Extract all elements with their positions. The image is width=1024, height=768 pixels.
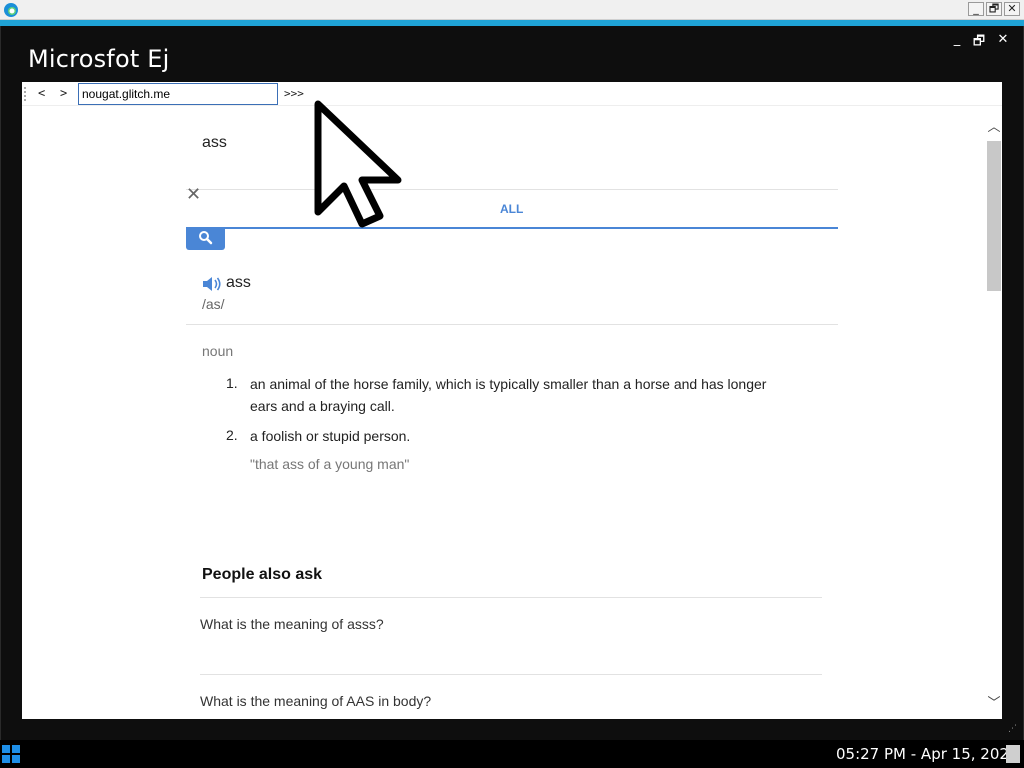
dictionary-headword: ass	[226, 274, 251, 291]
windows-start-icon[interactable]	[2, 745, 20, 763]
people-also-ask-question[interactable]: What is the meaning of asss?	[200, 616, 384, 632]
outer-minimize-button[interactable]: _	[968, 2, 984, 16]
url-input[interactable]	[78, 83, 278, 105]
people-also-ask-heading: People also ask	[202, 566, 323, 583]
go-button[interactable]: >>>	[284, 87, 304, 100]
outer-maximize-button[interactable]: 🗗	[986, 2, 1002, 16]
toolbar-grip-icon[interactable]	[24, 87, 28, 101]
definition-number: 1.	[226, 375, 238, 391]
clear-search-icon[interactable]: ✕	[186, 184, 201, 205]
forward-button[interactable]: >	[60, 86, 67, 100]
part-of-speech: noun	[202, 343, 234, 359]
back-button[interactable]: <	[38, 86, 45, 100]
outer-close-button[interactable]: ✕	[1004, 2, 1020, 16]
tab-all[interactable]: ALL	[500, 202, 523, 216]
people-also-ask-question[interactable]: What is the meaning of AAS in body?	[200, 693, 431, 709]
vertical-scrollbar[interactable]: ︿ ﹀	[986, 106, 1002, 719]
close-button[interactable]: ✕	[996, 32, 1010, 47]
resize-grip-icon[interactable]: ⋰	[1008, 724, 1020, 736]
scroll-down-icon[interactable]: ﹀	[986, 692, 1002, 711]
browser-viewport: < > >>> ass ✕ ALL ass /as/ noun 1. an an…	[22, 82, 1002, 719]
search-query-text[interactable]: ass	[202, 134, 227, 152]
divider	[200, 674, 822, 675]
maximize-button[interactable]: 🗗	[972, 32, 986, 54]
taskbar-clock[interactable]: 05:27 PM - Apr 15, 2023	[836, 745, 1018, 763]
definition-number: 2.	[226, 427, 238, 443]
scroll-thumb[interactable]	[987, 141, 1001, 291]
edge-icon	[4, 3, 18, 17]
divider	[200, 597, 822, 598]
search-icon	[199, 231, 213, 245]
divider	[186, 324, 838, 325]
minimize-button[interactable]: _	[950, 32, 964, 47]
mouse-cursor-icon	[314, 100, 402, 228]
definition-text: an animal of the horse family, which is …	[250, 376, 767, 414]
outer-titlebar: _ 🗗 ✕	[0, 0, 1024, 20]
definition-example: "that ass of a young man"	[250, 456, 410, 472]
notification-icon[interactable]	[1006, 745, 1020, 763]
search-results-page: ass ✕ ALL ass /as/ noun 1. an animal of …	[22, 106, 986, 719]
speaker-icon[interactable]	[202, 276, 222, 292]
definition-text: a foolish or stupid person.	[250, 428, 411, 444]
divider	[186, 189, 838, 190]
taskbar: 05:27 PM - Apr 15, 2023	[0, 740, 1024, 768]
scroll-up-icon[interactable]: ︿	[986, 116, 1002, 135]
dictionary-phonetic: /as/	[202, 296, 225, 312]
app-title: Microsfot Ej	[28, 45, 170, 73]
tab-underline	[186, 227, 838, 229]
search-button[interactable]	[186, 229, 225, 250]
browser-toolbar: < > >>>	[22, 82, 1002, 106]
